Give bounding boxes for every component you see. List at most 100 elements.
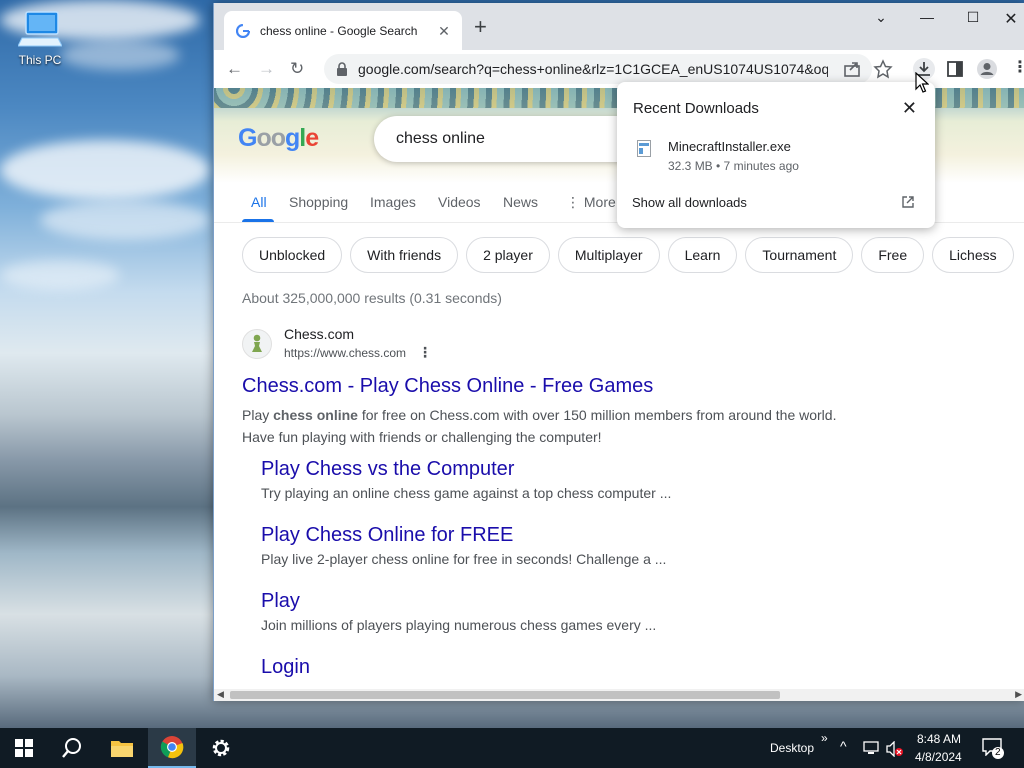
sitelink-snippet: Try playing an online chess game against… bbox=[261, 485, 672, 501]
desktop-icon-this-pc[interactable]: This PC bbox=[12, 10, 68, 67]
toolbar-overflow-icon[interactable]: » bbox=[821, 731, 828, 745]
clock-time[interactable]: 8:48 AM bbox=[917, 732, 961, 746]
computer-icon bbox=[18, 11, 62, 47]
profile-avatar-icon[interactable] bbox=[976, 58, 998, 80]
download-file-name[interactable]: MinecraftInstaller.exe bbox=[668, 139, 791, 154]
file-explorer-button[interactable] bbox=[98, 728, 146, 768]
snippet-bold: chess online bbox=[273, 407, 358, 423]
sitelink: Play Chess Online for FREE Play live 2-p… bbox=[261, 524, 961, 567]
search-icon bbox=[62, 738, 81, 758]
result-options-kebab-icon[interactable]: ⋮ bbox=[418, 344, 432, 361]
bookmark-star-icon[interactable] bbox=[872, 58, 894, 80]
snippet-prefix: Play bbox=[242, 407, 274, 423]
minimize-button[interactable]: — bbox=[904, 9, 950, 25]
logo-letter: o bbox=[256, 124, 271, 152]
search-query: chess online bbox=[396, 130, 485, 147]
search-button[interactable] bbox=[48, 728, 96, 768]
chip-free[interactable]: Free bbox=[861, 237, 925, 273]
refinement-chips: Unblocked With friends 2 player Multipla… bbox=[242, 237, 1014, 273]
tab-title: chess online - Google Search bbox=[260, 23, 418, 38]
share-icon[interactable] bbox=[841, 58, 863, 80]
tab-news[interactable]: News bbox=[503, 194, 538, 210]
taskbar: Desktop » ^ 8:48 AM 4/8/2024 2 bbox=[0, 728, 1024, 768]
logo-letter: e bbox=[305, 124, 319, 152]
forward-button[interactable]: → bbox=[258, 59, 275, 79]
settings-taskbar-button[interactable] bbox=[197, 728, 245, 768]
google-favicon-icon bbox=[236, 23, 250, 38]
result-title-link[interactable]: Chess.com - Play Chess Online - Free Gam… bbox=[242, 375, 962, 398]
chip-with-friends[interactable]: With friends bbox=[350, 237, 459, 273]
logo-letter: o bbox=[270, 124, 286, 152]
download-file-meta: 32.3 MB • 7 minutes ago bbox=[668, 159, 799, 173]
network-icon[interactable] bbox=[863, 741, 879, 755]
folder-icon bbox=[111, 741, 133, 757]
close-window-button[interactable]: ✕ bbox=[996, 9, 1024, 29]
lock-icon bbox=[337, 62, 347, 76]
show-all-downloads-link[interactable]: Show all downloads bbox=[632, 195, 747, 210]
url-text: google.com/search?q=chess+online&rlz=1C1… bbox=[358, 61, 828, 77]
tab-search-chevron-down-icon[interactable]: ⌄ bbox=[858, 9, 904, 26]
tab-videos[interactable]: Videos bbox=[438, 194, 481, 210]
show-hidden-icons-chevron-up-icon[interactable]: ^ bbox=[840, 738, 847, 754]
chip-unblocked[interactable]: Unblocked bbox=[242, 237, 343, 273]
reload-button[interactable]: ↻ bbox=[290, 59, 304, 79]
sitelink: Play Chess vs the Computer Try playing a… bbox=[261, 458, 961, 501]
maximize-button[interactable]: ☐ bbox=[950, 9, 996, 26]
sitelink-title[interactable]: Play Chess Online for FREE bbox=[261, 524, 961, 547]
desktop-toolbar-label[interactable]: Desktop bbox=[770, 741, 814, 755]
result-site-row[interactable]: Chess.com https://www.chess.com ⋮ bbox=[242, 326, 962, 361]
action-center-button[interactable]: 2 bbox=[982, 738, 1004, 759]
horizontal-scrollbar[interactable]: ◀ ▶ bbox=[214, 689, 1024, 701]
tab-more[interactable]: ⋮ More bbox=[566, 194, 616, 211]
scroll-left-arrow-icon[interactable]: ◀ bbox=[217, 689, 224, 700]
speaker-muted-icon[interactable] bbox=[886, 741, 904, 757]
sitelink-title[interactable]: Login bbox=[261, 656, 961, 679]
result-stats: About 325,000,000 results (0.31 seconds) bbox=[242, 290, 502, 306]
chip-lichess[interactable]: Lichess bbox=[932, 237, 1014, 273]
sitelink-title[interactable]: Play bbox=[261, 590, 961, 613]
chrome-taskbar-button[interactable] bbox=[148, 728, 196, 768]
sitelink-title[interactable]: Play Chess vs the Computer bbox=[261, 458, 961, 481]
open-external-icon[interactable] bbox=[901, 195, 915, 209]
notification-count-badge: 2 bbox=[992, 747, 1004, 759]
chip-learn[interactable]: Learn bbox=[667, 237, 738, 273]
address-bar[interactable]: google.com/search?q=chess+online&rlz=1C1… bbox=[324, 54, 872, 84]
chip-2-player[interactable]: 2 player bbox=[466, 237, 550, 273]
logo-letter: G bbox=[238, 124, 257, 152]
exe-file-icon bbox=[637, 140, 651, 157]
start-button[interactable] bbox=[0, 728, 48, 768]
snippet-suffix: for free on Chess.com with over 150 mill… bbox=[357, 407, 837, 423]
scrollbar-thumb[interactable] bbox=[230, 691, 780, 699]
menu-kebab-icon[interactable]: ⋮ bbox=[1012, 57, 1024, 77]
search-result: Chess.com https://www.chess.com ⋮ Chess.… bbox=[242, 326, 962, 448]
result-site-meta: Chess.com https://www.chess.com ⋮ bbox=[284, 326, 432, 361]
side-panel-icon[interactable] bbox=[944, 58, 966, 80]
back-button[interactable]: ← bbox=[226, 59, 243, 79]
sitelink-snippet: Join millions of players playing numerou… bbox=[261, 617, 657, 633]
windows-logo-icon bbox=[15, 739, 33, 757]
mouse-cursor-icon bbox=[915, 72, 929, 93]
tab-shopping[interactable]: Shopping bbox=[289, 194, 348, 210]
tab-more-label: More bbox=[583, 194, 616, 210]
sitelink-snippet: Play live 2-player chess online for free… bbox=[261, 551, 667, 567]
downloads-header: Recent Downloads bbox=[633, 100, 759, 117]
clock-date[interactable]: 4/8/2024 bbox=[915, 750, 962, 764]
result-site-name: Chess.com bbox=[284, 326, 355, 342]
scroll-right-arrow-icon[interactable]: ▶ bbox=[1015, 689, 1022, 700]
downloads-close-icon[interactable]: ✕ bbox=[902, 98, 917, 119]
chip-multiplayer[interactable]: Multiplayer bbox=[557, 237, 660, 273]
new-tab-button[interactable]: + bbox=[474, 16, 487, 38]
result-snippet: Play chess online for free on Chess.com … bbox=[242, 404, 962, 448]
result-site-url: https://www.chess.com bbox=[284, 345, 407, 360]
downloads-bubble: Recent Downloads ✕ MinecraftInstaller.ex… bbox=[617, 82, 935, 228]
chip-tournament[interactable]: Tournament bbox=[745, 237, 854, 273]
tab-close-icon[interactable]: ✕ bbox=[436, 23, 452, 39]
browser-tab[interactable]: chess online - Google Search ✕ bbox=[224, 11, 462, 50]
google-logo[interactable]: Google bbox=[238, 124, 319, 153]
gear-icon bbox=[212, 739, 230, 757]
tab-images[interactable]: Images bbox=[370, 194, 416, 210]
tab-all[interactable]: All bbox=[251, 194, 267, 210]
chrome-icon bbox=[160, 736, 184, 759]
snippet-line2: Have fun playing with friends or challen… bbox=[242, 429, 602, 445]
desktop-icon-label: This PC bbox=[18, 53, 62, 67]
